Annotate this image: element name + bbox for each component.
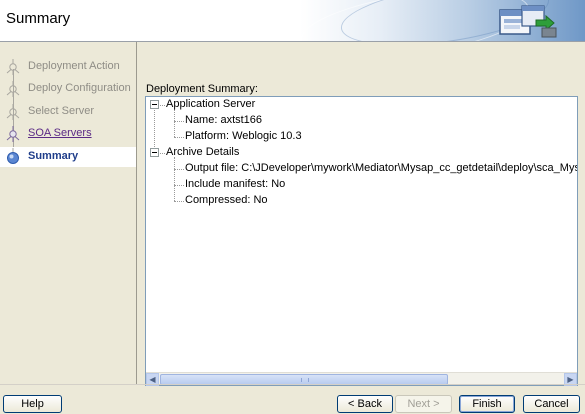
footer-divider [0,384,585,385]
tree-connector [160,153,165,154]
tree-connector [174,169,184,170]
summary-tree[interactable]: Application Server Name: axtst166 Platfo… [145,96,578,386]
nav-step-summary[interactable]: Summary [0,147,136,167]
tree-connector [174,157,175,201]
tree-connector [174,137,184,138]
collapse-toggle-icon[interactable] [150,148,159,157]
tree-node-output-file[interactable]: Output file: C:\JDeveloper\mywork\Mediat… [185,162,577,174]
nav-step-deployment-action: Deployment Action [0,57,136,77]
step-figure-icon [6,81,20,97]
nav-step-label: Select Server [28,105,95,117]
nav-step-label: Deploy Configuration [28,82,131,94]
nav-step-select-server: Select Server [0,102,136,122]
wizard-step-nav: Deployment Action Deploy Configuration S… [0,42,137,384]
finish-button[interactable]: Finish [459,395,515,413]
tree-node-compressed[interactable]: Compressed: No [185,194,268,206]
current-step-icon [7,148,19,164]
next-button[interactable]: Next > [395,395,452,413]
nav-step-deploy-configuration: Deploy Configuration [0,79,136,99]
back-button[interactable]: < Back [337,395,393,413]
tree-node-include-manifest[interactable]: Include manifest: No [185,178,285,190]
cancel-button[interactable]: Cancel [523,395,580,413]
nav-step-label[interactable]: SOA Servers [28,127,92,139]
tree-connector [174,109,175,137]
page-title: Summary [6,10,71,27]
tree-connector [174,121,184,122]
collapse-toggle-icon[interactable] [150,100,159,109]
step-figure-icon [6,59,20,75]
deployment-wizard-icon [499,5,557,38]
wizard-header: Summary [0,0,585,42]
help-button[interactable]: Help [3,395,62,413]
tree-connector [154,108,155,153]
tree-connector [174,185,184,186]
step-figure-icon [6,104,20,120]
step-figure-icon [6,126,20,142]
nav-step-soa-servers[interactable]: SOA Servers [0,124,136,144]
tree-node-archive-details[interactable]: Archive Details [166,146,239,158]
tree-connector [174,201,184,202]
nav-step-label: Deployment Action [28,60,120,72]
nav-step-label: Summary [28,150,79,162]
tree-node-platform[interactable]: Platform: Weblogic 10.3 [185,130,302,142]
tree-node-application-server[interactable]: Application Server [166,98,255,110]
tree-node-name[interactable]: Name: axtst166 [185,114,262,126]
tree-connector [160,105,165,106]
deployment-summary-label: Deployment Summary: [146,83,258,95]
